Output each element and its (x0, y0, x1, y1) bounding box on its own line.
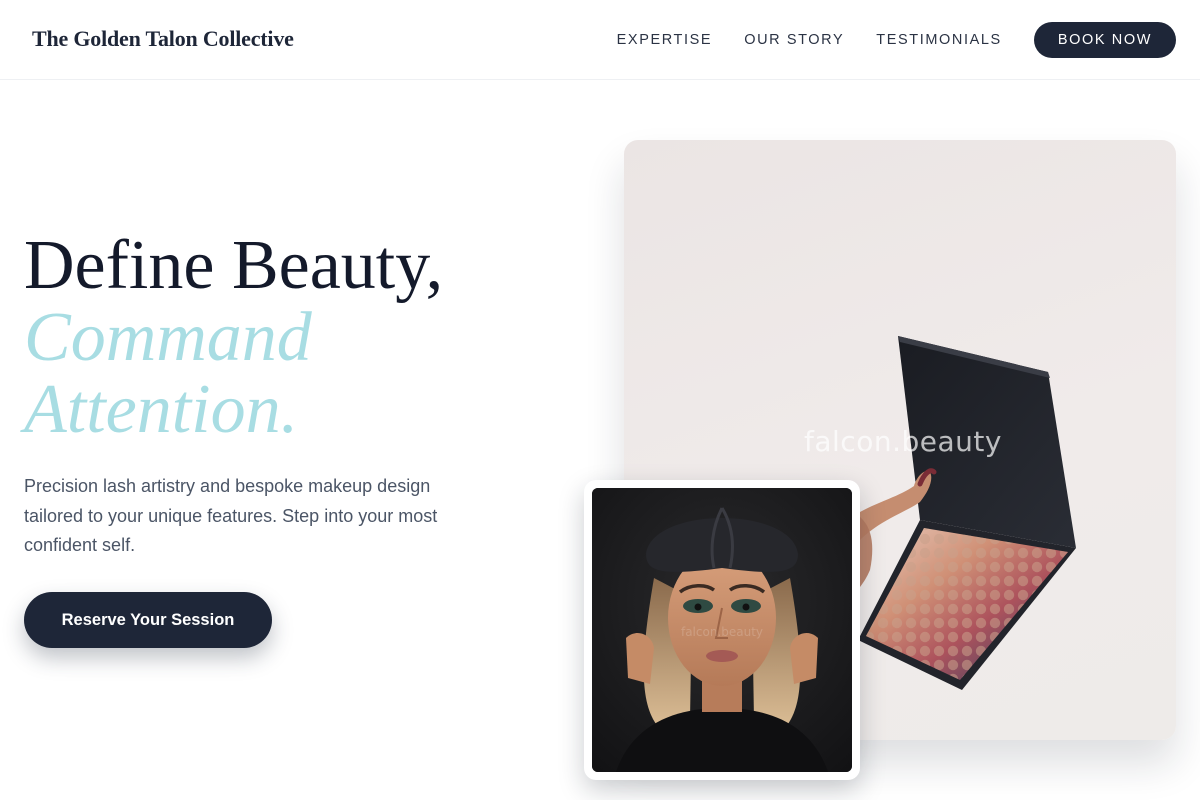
reserve-session-button[interactable]: Reserve Your Session (24, 592, 272, 648)
portrait-watermark: falcon.beauty (681, 625, 763, 639)
portrait-card: falcon.beauty (584, 480, 860, 780)
main-nav: EXPERTISE OUR STORY TESTIMONIALS BOOK NO… (617, 22, 1176, 58)
nav-our-story[interactable]: OUR STORY (744, 32, 844, 48)
book-now-button[interactable]: BOOK NOW (1033, 22, 1176, 58)
palette-watermark: falcon.beauty (804, 425, 1002, 458)
hero-lead: Precision lash artistry and bespoke make… (24, 476, 438, 555)
nav-expertise[interactable]: EXPERTISE (617, 32, 713, 48)
hero-headline: Define Beauty, Command Attention. (24, 230, 544, 446)
site-header: The Golden Talon Collective EXPERTISE OU… (0, 0, 1200, 80)
nav-testimonials[interactable]: TESTIMONIALS (876, 32, 1002, 48)
model-portrait: falcon.beauty (592, 488, 852, 772)
headline-line-2: Command Attention. (24, 299, 312, 448)
headline-line-1: Define Beauty, (24, 227, 444, 304)
brand-logo[interactable]: The Golden Talon Collective (32, 26, 294, 52)
portrait-illustration: falcon.beauty (592, 488, 852, 772)
